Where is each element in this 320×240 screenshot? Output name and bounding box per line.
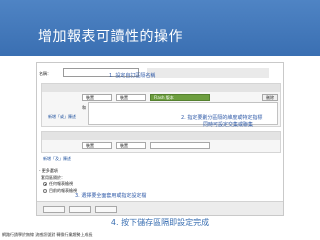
condition-panel-2: 裝置 裝置 <box>41 131 281 153</box>
radio-button[interactable] <box>43 182 47 186</box>
add-and-link[interactable]: 新增「及」陳述 <box>43 156 71 162</box>
dimension-select-3-label: 裝置 <box>86 143 94 148</box>
flash-version-select[interactable]: Flash 版本 <box>150 94 210 101</box>
dimension-select[interactable]: 裝置 <box>82 94 112 101</box>
slide: 增加報表可讀性的操作 名稱： 1. 設定自訂區隔名稱 裝置 裝置 Flash 版… <box>0 0 320 240</box>
slide-title: 增加報表可讀性的操作 <box>38 29 183 45</box>
dimension-select-3[interactable]: 裝置 <box>82 142 112 149</box>
and-label: 和 <box>82 105 86 110</box>
annotation-1: 1. 設定自訂區隔名稱 <box>109 73 156 79</box>
advanced-heading[interactable]: - 更多選項 <box>39 168 58 174</box>
dimension-select-2[interactable]: 裝置 <box>116 94 146 101</box>
test-segment-button[interactable] <box>69 206 91 213</box>
add-or-link[interactable]: 新增「或」陳述 <box>48 114 76 120</box>
annotation-highlight <box>147 68 269 78</box>
slide-header: 增加報表可讀性的操作 <box>0 0 320 56</box>
flash-version-label: Flash 版本 <box>154 95 174 100</box>
annotation-3: 3. 選擇要全面套用或指定設定檔 <box>75 193 147 199</box>
segment-editor-screenshot: 名稱： 1. 設定自訂區隔名稱 裝置 裝置 Flash 版本 刪除 和 新增「或… <box>36 62 284 216</box>
dimension-select-4-label: 裝置 <box>120 143 128 148</box>
dimension-select-2-label: 裝置 <box>120 95 128 100</box>
condition-panel-header <box>42 84 280 92</box>
radio-button[interactable] <box>43 189 47 193</box>
radio-any-view-label: 任何報表檢視 <box>49 181 73 186</box>
value-select[interactable] <box>150 142 210 149</box>
dimension-select-label: 裝置 <box>86 95 94 100</box>
footer-note: 網路行銷學於無線 流感訊號對 轉換行業趨勢上成長 <box>2 232 93 237</box>
segment-name-label: 名稱： <box>39 71 51 76</box>
annotation-2-line2: 同時可設定交集或聯集 <box>203 122 254 128</box>
delete-button[interactable]: 刪除 <box>262 94 278 101</box>
dimension-select-4[interactable]: 裝置 <box>116 142 146 149</box>
save-segment-button[interactable] <box>43 206 65 213</box>
delete-button-label: 刪除 <box>266 95 274 100</box>
slide-caption: 4. 按下儲存區隔即設定完成 <box>110 218 210 227</box>
form-footer <box>37 201 283 215</box>
condition-panel-2-header <box>42 132 280 140</box>
radio-current-view-label: 目前的報表檢視 <box>49 188 77 193</box>
annotation-2-line1: 2. 指定要劃分區隔的維度或特定指標 <box>181 115 263 121</box>
cancel-button[interactable] <box>95 206 117 213</box>
